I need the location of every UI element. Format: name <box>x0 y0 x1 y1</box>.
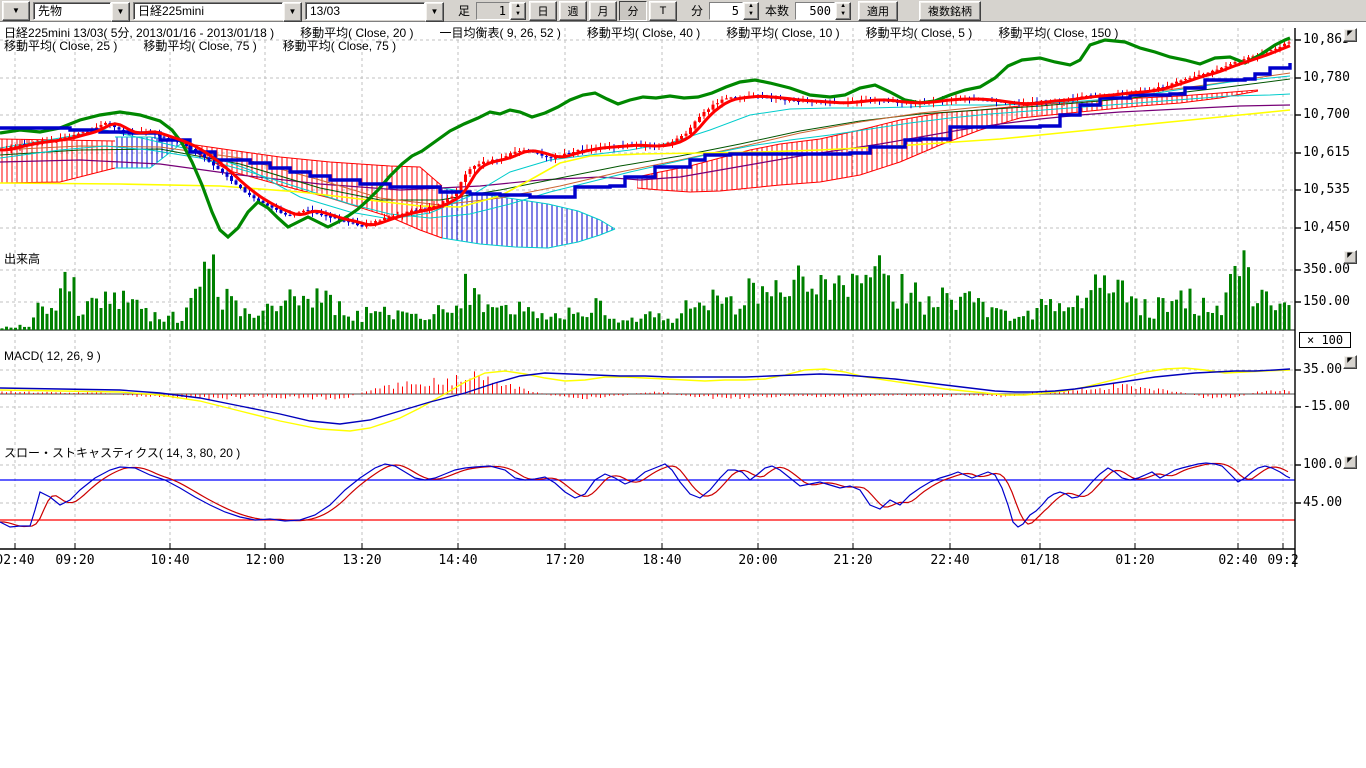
bar-type-label: 足 <box>455 2 473 19</box>
legend-item: 移動平均( Close, 5 ) <box>866 24 973 41</box>
legend-item: 移動平均( Close, 40 ) <box>587 24 700 41</box>
indicator-legend-row-2: 移動平均( Close, 25 ) 移動平均( Close, 75 ) 移動平均( … <box>4 37 396 54</box>
legend-item: 移動平均( Close, 10 ) <box>726 24 839 41</box>
price-axis-label: 10,700 <box>1303 107 1350 122</box>
chart-canvas[interactable] <box>0 0 1366 768</box>
bar-count-label: 本数 <box>762 2 792 19</box>
ma-green-line <box>0 38 1290 237</box>
minute-value: 5 <box>709 2 743 20</box>
contract-month-combobox[interactable]: 13/03 ▼ <box>305 2 444 20</box>
pane-expand-button[interactable]: ◤ <box>1343 355 1357 369</box>
spin-down-icon[interactable]: ▼ <box>836 11 850 19</box>
stoch-axis-label: 45.00 <box>1303 495 1342 510</box>
instrument-combobox[interactable]: 日経225mini ▼ <box>133 2 302 20</box>
macd-axis-label: 35.00 <box>1303 362 1342 377</box>
legend-item: 移動平均( Close, 75 ) <box>283 37 396 54</box>
instrument-type-value: 先物 <box>33 2 111 20</box>
ma-yellow-line <box>0 110 1290 207</box>
price-axis-label: 10,535 <box>1303 182 1350 197</box>
price-axis-label: 10,450 <box>1303 220 1350 235</box>
macd-line <box>0 369 1290 424</box>
contract-month-value: 13/03 <box>305 2 425 20</box>
price-axis-label: 10,780 <box>1303 70 1350 85</box>
chevron-down-icon[interactable]: ▼ <box>425 2 444 22</box>
time-axis-label: 22:40 <box>930 553 969 568</box>
time-axis-label: 09:20 <box>55 553 94 568</box>
time-axis-label: 12:00 <box>245 553 284 568</box>
volume-bars <box>1 250 1291 330</box>
time-axis-label: 20:00 <box>738 553 777 568</box>
spin-down-icon[interactable]: ▼ <box>511 11 525 19</box>
spin-up-icon[interactable]: ▲ <box>744 3 758 11</box>
spin-up-icon[interactable]: ▲ <box>836 3 850 11</box>
minute-label: 分 <box>688 2 706 19</box>
time-axis-label: 17:20 <box>545 553 584 568</box>
legend-item: 移動平均( Close, 150 ) <box>998 24 1118 41</box>
time-axis-label: 13:20 <box>342 553 381 568</box>
macd-signal-line <box>0 368 1290 431</box>
time-axis-label: 14:40 <box>438 553 477 568</box>
multi-symbol-button[interactable]: 複数銘柄 <box>919 1 981 21</box>
legend-item: 移動平均( Close, 25 ) <box>4 37 117 54</box>
volume-pane-label: 出来高 <box>4 250 40 267</box>
pane-expand-button[interactable]: ◤ <box>1343 250 1357 264</box>
volume-multiplier-badge: × 100 <box>1299 332 1351 348</box>
period-button-T[interactable]: T <box>649 1 677 21</box>
instrument-type-combobox[interactable]: 先物 ▼ <box>33 2 130 20</box>
toolbar: ▼ 先物 ▼ 日経225mini ▼ 13/03 ▼ 足 1 ▲▼ 日週月分T … <box>0 0 1366 22</box>
toolbar-collapse-button[interactable]: ▼ <box>2 1 30 21</box>
bar-count-value: 500 <box>795 2 835 20</box>
chevron-down-icon[interactable]: ▼ <box>111 2 130 22</box>
volume-axis-label: 350.00 <box>1303 262 1350 277</box>
time-axis-label: 18:40 <box>642 553 681 568</box>
chevron-down-icon[interactable]: ▼ <box>283 2 302 22</box>
time-axis-label: 10:40 <box>150 553 189 568</box>
macd-pane-label: MACD( 12, 26, 9 ) <box>4 349 101 363</box>
period-button-分[interactable]: 分 <box>619 1 647 21</box>
time-axis-label: 01/18 <box>1020 553 1059 568</box>
spin-down-icon[interactable]: ▼ <box>744 11 758 19</box>
ichimoku-cloud-red <box>182 143 442 238</box>
stoch-pane-label: スロー・ストキャスティクス( 14, 3, 80, 20 ) <box>4 444 240 461</box>
macd-axis-label: -15.00 <box>1303 399 1350 414</box>
minute-stepper[interactable]: 5 ▲▼ <box>709 2 759 20</box>
stoch-k-line <box>0 463 1290 527</box>
apply-button[interactable]: 適用 <box>858 1 898 21</box>
volume-axis-label: 150.00 <box>1303 294 1350 309</box>
bar-interval-stepper[interactable]: 1 ▲▼ <box>476 2 526 20</box>
price-axis-label: 10,615 <box>1303 145 1350 160</box>
time-axis-label: 09:2 <box>1267 553 1298 568</box>
ma-red-line <box>0 46 1290 225</box>
chart-area: 日経225mini 13/03( 5分, 2013/01/16 - 2013/0… <box>0 0 1366 768</box>
time-axis-label: 02:40 <box>1218 553 1257 568</box>
time-axis-label: 02:40 <box>0 553 35 568</box>
spin-up-icon[interactable]: ▲ <box>511 3 525 11</box>
period-button-月[interactable]: 月 <box>589 1 617 21</box>
bar-interval-value: 1 <box>476 2 510 20</box>
period-button-週[interactable]: 週 <box>559 1 587 21</box>
period-button-日[interactable]: 日 <box>529 1 557 21</box>
candlesticks <box>1 39 1291 228</box>
time-axis-label: 01:20 <box>1115 553 1154 568</box>
bar-count-stepper[interactable]: 500 ▲▼ <box>795 2 851 20</box>
time-axis-label: 21:20 <box>833 553 872 568</box>
instrument-value: 日経225mini <box>133 2 283 20</box>
legend-item: 移動平均( Close, 75 ) <box>143 37 256 54</box>
pane-expand-button[interactable]: ◤ <box>1343 455 1357 469</box>
legend-item: 一目均衡表( 9, 26, 52 ) <box>440 24 561 41</box>
pane-expand-button[interactable]: ◤ <box>1343 28 1357 42</box>
ma-cyan-slow-line <box>0 94 1290 218</box>
